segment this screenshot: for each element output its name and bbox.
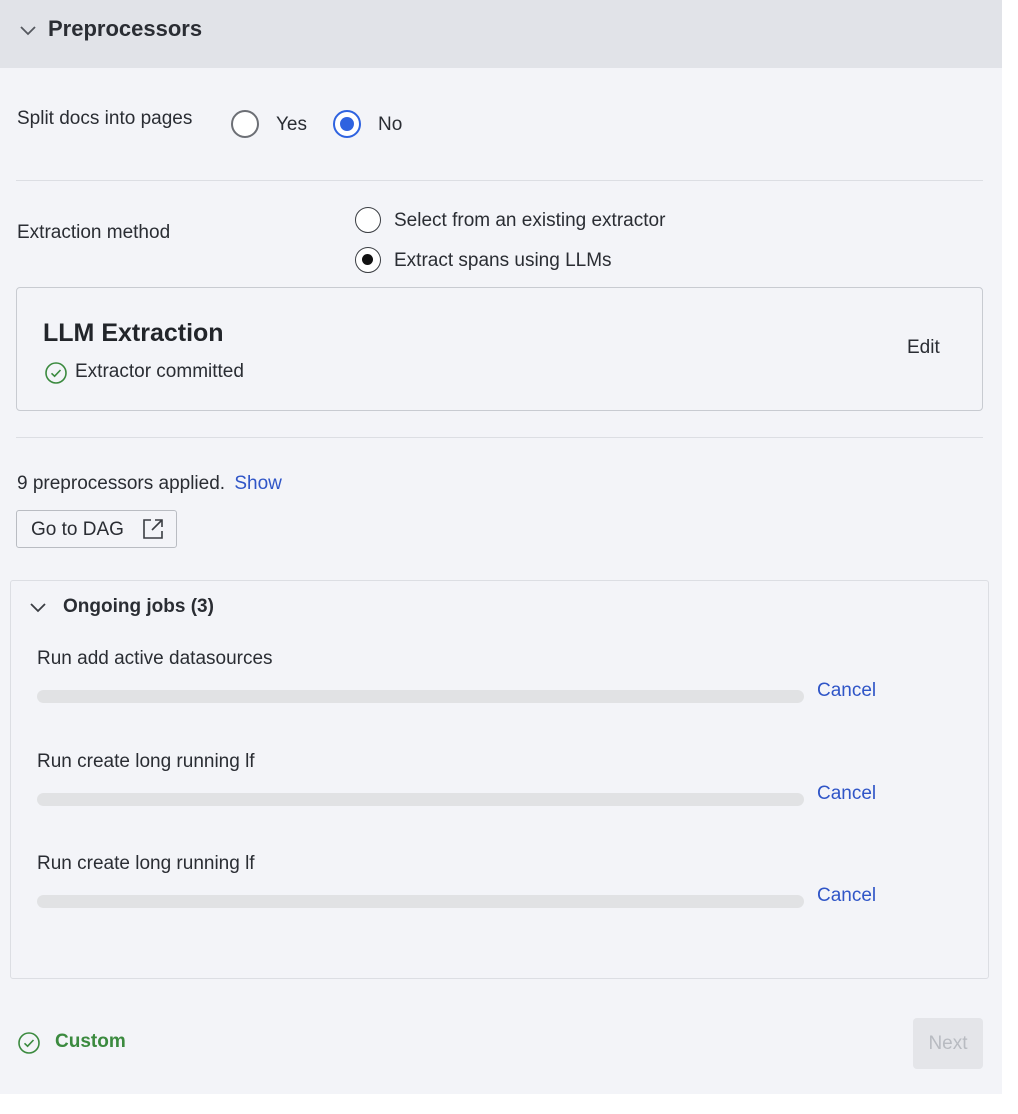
show-link[interactable]: Show [234,473,282,494]
chevron-down-icon[interactable] [29,598,47,616]
preprocessors-panel: Preprocessors Split docs into pages Yes … [0,0,1002,1094]
ongoing-jobs-title[interactable]: Ongoing jobs (3) [63,596,214,618]
job-progress-bar [37,895,804,908]
preprocessors-summary: 9 preprocessors applied. [17,473,226,494]
existing-extractor-label[interactable]: Select from an existing extractor [394,210,665,232]
split-docs-label: Split docs into pages [17,108,193,129]
llm-extract-radio[interactable] [355,247,381,273]
preprocessors-summary-row: 9 preprocessors applied. Show [17,473,282,495]
external-link-icon [143,519,163,539]
split-no-radio[interactable] [333,110,361,138]
edit-button[interactable]: Edit [907,337,940,359]
llm-extraction-card: LLM Extraction Extractor committed Edit [16,287,983,411]
check-circle-icon [18,1032,40,1054]
cancel-job-button[interactable]: Cancel [817,680,876,702]
go-to-dag-label: Go to DAG [31,519,124,540]
divider [16,437,983,438]
section-title: Preprocessors [48,16,203,41]
divider [16,180,983,181]
next-button[interactable]: Next [913,1018,983,1069]
preprocessors-header[interactable]: Preprocessors [0,0,1002,68]
card-title: LLM Extraction [43,319,224,347]
existing-extractor-radio[interactable] [355,207,381,233]
chevron-down-icon[interactable] [18,20,38,40]
split-no-label[interactable]: No [378,114,402,136]
job-progress-bar [37,793,804,806]
custom-status: Custom [55,1031,126,1052]
job-name: Run create long running lf [37,751,255,772]
cancel-job-button[interactable]: Cancel [817,885,876,907]
job-progress-bar [37,690,804,703]
ongoing-jobs-section: Ongoing jobs (3) Run add active datasour… [10,580,989,979]
llm-extract-label[interactable]: Extract spans using LLMs [394,250,612,272]
extractor-status: Extractor committed [75,361,244,382]
extraction-method-label: Extraction method [17,222,171,243]
split-yes-radio[interactable] [231,110,259,138]
cancel-job-button[interactable]: Cancel [817,783,876,805]
check-circle-icon [45,362,67,384]
split-yes-label[interactable]: Yes [276,114,307,136]
job-name: Run create long running lf [37,853,255,874]
job-name: Run add active datasources [37,648,273,669]
go-to-dag-button[interactable]: Go to DAG [16,510,177,548]
